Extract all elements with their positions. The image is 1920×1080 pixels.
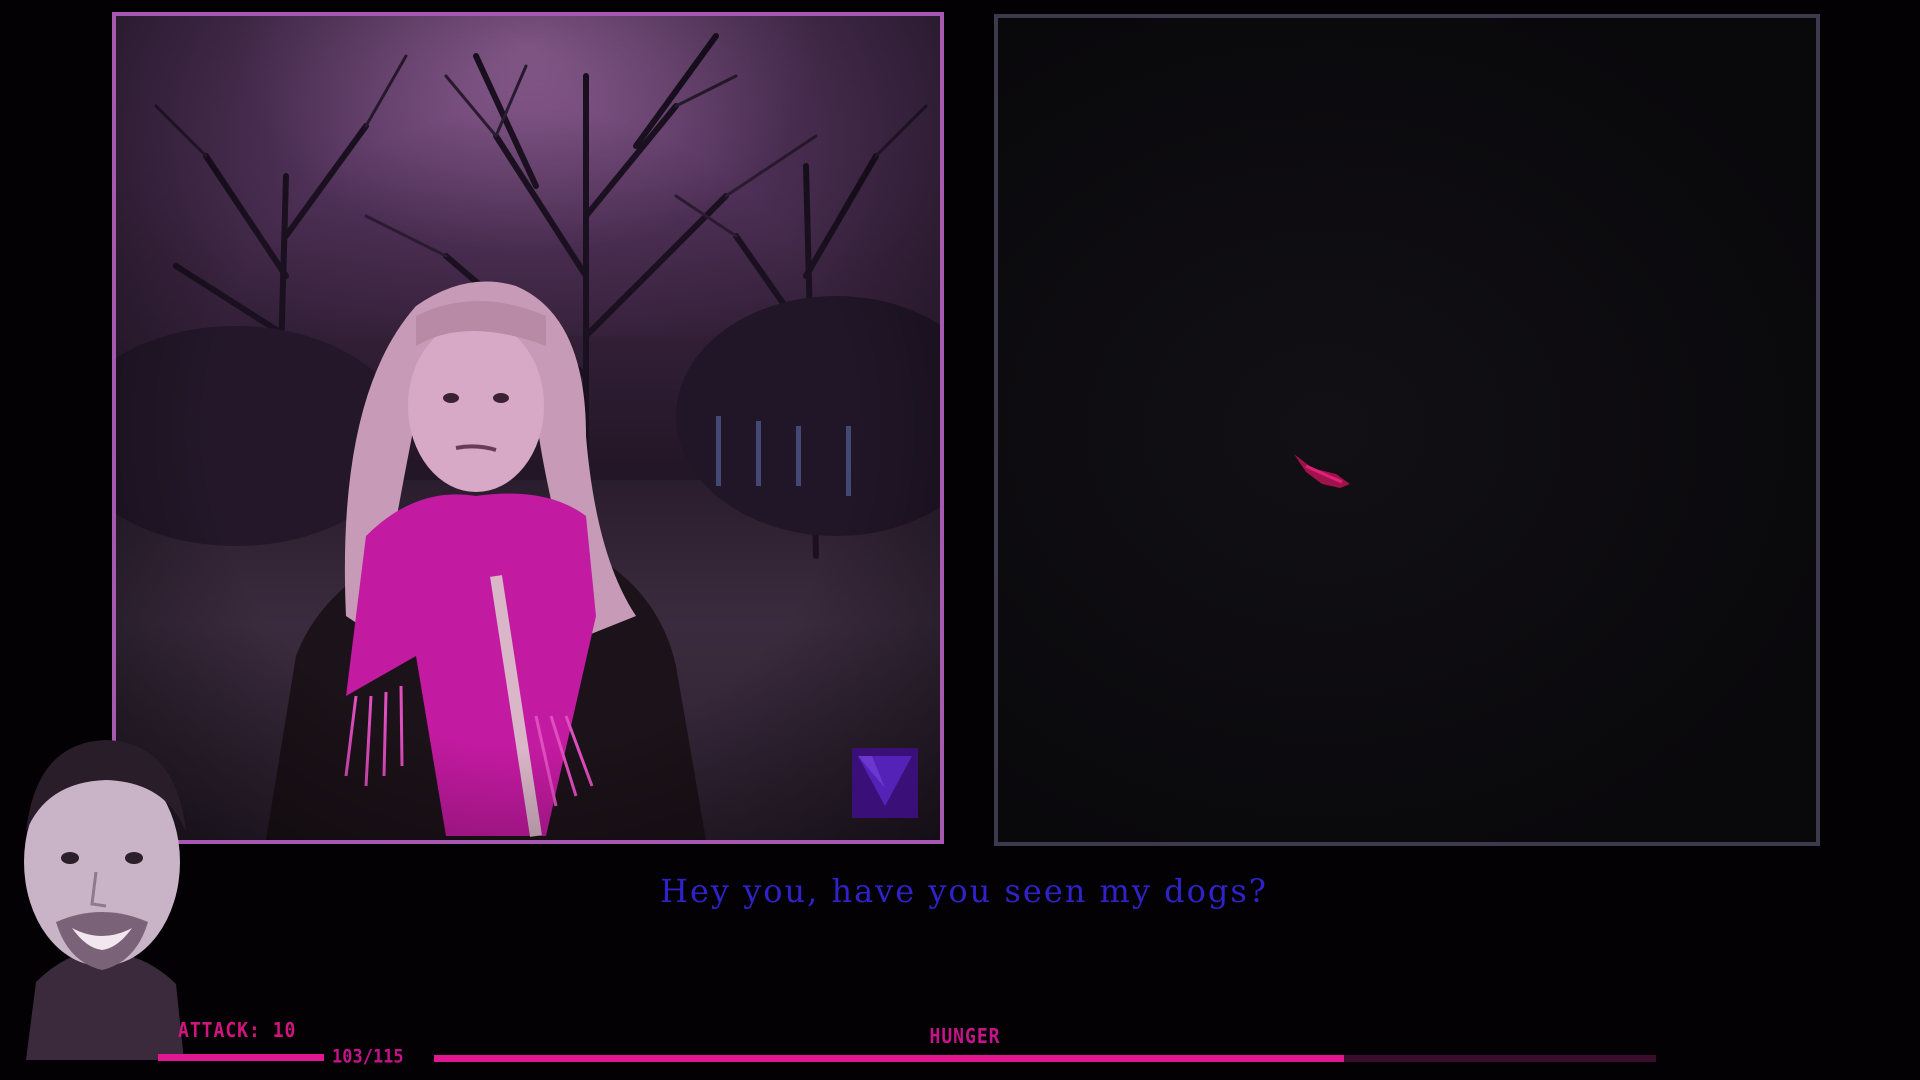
dialogue-text: Hey you, have you seen my dogs? — [660, 872, 1268, 910]
exploration-panel — [994, 14, 1820, 846]
hunger-bar-fill — [434, 1055, 1345, 1062]
npc-scene-illustration — [116, 33, 940, 840]
health-value: 103/115 — [332, 1046, 404, 1068]
player-portrait — [24, 740, 186, 1060]
hunger-label: HUNGER — [929, 1024, 1001, 1049]
hunger-bar — [434, 1055, 1656, 1062]
dark-background — [998, 18, 1816, 842]
game-screen: Hey you, have you seen my dogs? ATTACK: … — [0, 0, 1920, 1080]
attack-stat: ATTACK: 10 — [178, 1018, 297, 1043]
npc-scene-panel — [112, 12, 944, 844]
health-bar — [158, 1054, 324, 1061]
dialogue-next-button[interactable] — [852, 748, 918, 818]
red-item-sprite[interactable] — [1292, 448, 1354, 492]
triangle-down-icon — [858, 756, 912, 806]
